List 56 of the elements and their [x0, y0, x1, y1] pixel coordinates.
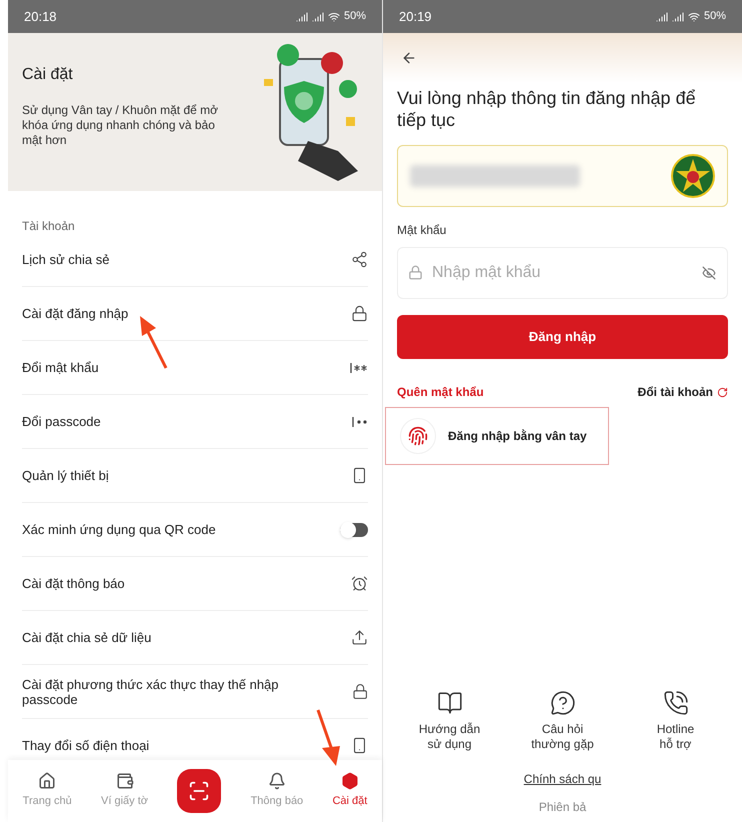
help-icon[interactable] — [436, 690, 462, 716]
login-button[interactable]: Đăng nhập — [397, 315, 728, 359]
settings-item[interactable]: Cài đặt chia sẻ dữ liệu — [22, 611, 368, 665]
nav-icon — [268, 772, 286, 790]
back-icon[interactable] — [401, 50, 417, 66]
status-time: 20:18 — [24, 8, 57, 26]
toggle-switch[interactable] — [340, 522, 368, 536]
wifi-icon — [688, 10, 700, 22]
item-icon — [351, 737, 368, 754]
settings-item[interactable]: Xác minh ứng dụng qua QR code — [22, 503, 368, 557]
nav-icon — [116, 772, 134, 790]
section-title: Tài khoản — [22, 218, 76, 232]
battery-level: 50% — [704, 9, 726, 24]
nav-icon — [38, 772, 56, 790]
forgot-password-link[interactable]: Quên mật khẩu — [397, 383, 484, 401]
privacy-policy-link[interactable]: Chính sách qu — [524, 770, 602, 788]
hide-password-icon[interactable] — [702, 266, 716, 280]
password-stars-icon — [350, 362, 368, 374]
fingerprint-icon — [400, 418, 436, 454]
settings-item[interactable]: Cài đặt phương thức xác thực thay thế nhập passcode — [22, 665, 368, 719]
settings-item[interactable]: Đổi passcode — [22, 395, 368, 449]
emblem-icon — [671, 154, 715, 198]
item-icon — [351, 629, 368, 646]
page-title: Vui lòng nhập thông tin đăng nhập để tiếp tục — [397, 87, 697, 131]
password-label: Mật khẩu — [397, 222, 448, 239]
account-field[interactable] — [397, 145, 728, 207]
item-icon — [351, 575, 368, 592]
item-icon — [351, 467, 368, 484]
settings-item[interactable]: Đổi mật khẩu — [22, 341, 368, 395]
help-link[interactable]: Hotline hỗ trợ — [656, 722, 694, 752]
help-link[interactable]: Hướng dẫn sử dụng — [418, 722, 480, 752]
refresh-icon — [717, 386, 728, 398]
app-version: Phiên bả — [538, 799, 586, 816]
help-icon[interactable] — [662, 690, 688, 716]
help-link[interactable]: Câu hỏi thường gặp — [531, 722, 594, 752]
settings-item[interactable]: Lịch sử chia sẻ — [22, 233, 368, 287]
nav-icon — [340, 772, 359, 790]
scan-button[interactable] — [177, 769, 222, 813]
lock-icon — [408, 265, 423, 280]
switch-account-link[interactable]: Đổi tài khoản — [638, 383, 713, 401]
status-time: 20:19 — [399, 8, 432, 26]
password-field[interactable]: Nhập mật khẩu — [397, 247, 728, 299]
battery-level: 50% — [344, 9, 366, 24]
settings-item[interactable]: Quản lý thiết bị — [22, 449, 368, 503]
nav-tab[interactable]: Cài đặt — [332, 772, 368, 810]
help-icon[interactable] — [550, 690, 576, 716]
item-icon — [352, 683, 368, 700]
passcode-dots-icon — [352, 416, 368, 428]
item-icon — [351, 305, 368, 322]
settings-item[interactable]: Cài đặt thông báo — [22, 557, 368, 611]
fingerprint-login-button[interactable]: Đăng nhập bằng vân tay — [385, 407, 609, 465]
wifi-icon — [328, 10, 340, 22]
scan-icon — [188, 780, 210, 802]
header-title: Cài đặt — [22, 65, 74, 85]
item-icon — [351, 251, 368, 268]
header-description: Sử dụng Vân tay / Khuôn mặt để mở khóa ứng dụng nhanh chóng và bảo mật hơn — [22, 103, 220, 148]
